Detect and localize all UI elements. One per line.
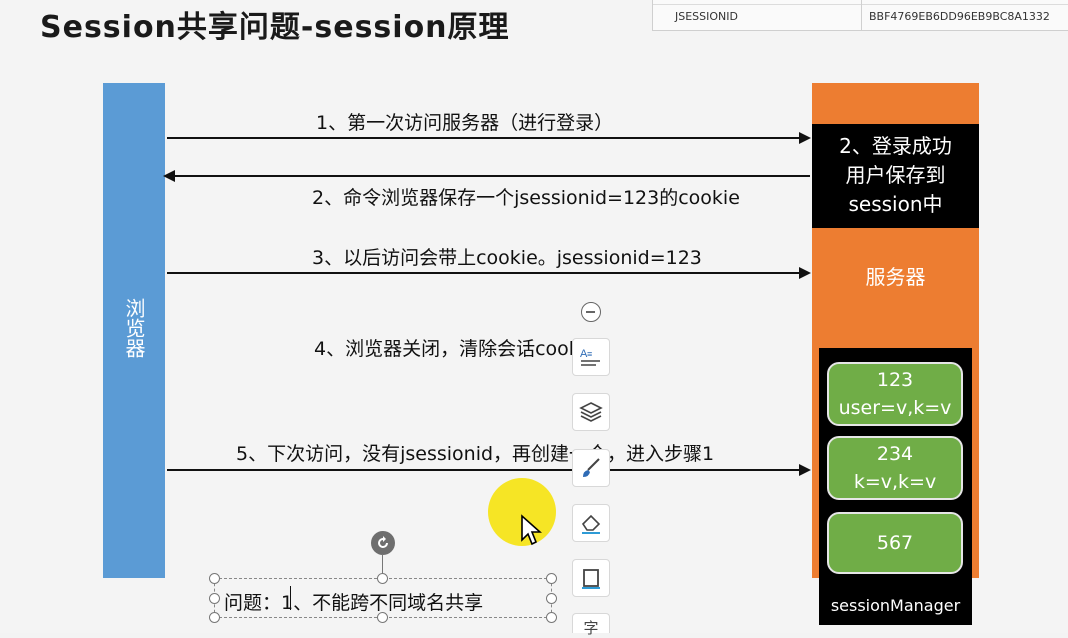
step-2-label: 2、命令浏览器保存一个jsessionid=123的cookie xyxy=(312,187,740,209)
cookie-column-separator xyxy=(861,0,862,30)
login-success-box: 2、登录成功 用户保存到 session中 xyxy=(812,124,979,228)
browser-label: 浏览器 xyxy=(122,298,146,358)
problem-text[interactable]: 问题：1、不能跨不同域名共享 xyxy=(224,588,483,615)
step-5-label: 5、下次访问，没有jsessionid，再创建一个，进入步骤1 xyxy=(236,443,715,465)
session-manager-label: sessionManager xyxy=(830,596,961,615)
resize-handle-bottom-right[interactable] xyxy=(546,612,557,623)
resize-handle-top[interactable] xyxy=(377,573,388,584)
resize-handle-left[interactable] xyxy=(209,593,220,604)
session-item-id: 123 xyxy=(876,369,914,391)
annotation-toolbar: A ≡ 字 xyxy=(572,300,612,637)
arrow-step-3 xyxy=(167,267,811,279)
cookie-value-cell[interactable]: BBF4769EB6DD96EB9BC8A1332 xyxy=(869,10,1050,23)
text-caret xyxy=(290,586,291,610)
text-icon: 字 xyxy=(583,619,599,637)
server-label: 服务器 xyxy=(865,265,926,289)
brush-button[interactable] xyxy=(572,449,610,487)
arrow-step-5 xyxy=(167,464,811,476)
session-manager-panel: 123 user=v,k=v 234 k=v,k=v 567 sessionMa… xyxy=(819,348,972,625)
text-format-icon: A ≡ xyxy=(580,348,600,366)
step-3-label: 3、以后访问会带上cookie。jsessionid=123 xyxy=(312,247,702,269)
layers-button[interactable] xyxy=(572,393,610,431)
svg-text:≡: ≡ xyxy=(587,349,592,359)
rotate-handle[interactable] xyxy=(371,531,395,555)
session-item-attrs: k=v,k=v xyxy=(853,471,937,493)
collapse-icon[interactable] xyxy=(581,302,601,322)
frame-button[interactable] xyxy=(572,559,610,597)
rotate-icon xyxy=(378,536,388,548)
text-button[interactable]: 字 xyxy=(572,613,610,637)
session-item-234: 234 k=v,k=v xyxy=(827,436,963,500)
session-item-123: 123 user=v,k=v xyxy=(827,362,963,426)
resize-handle-bottom[interactable] xyxy=(377,612,388,623)
cookie-name-cell[interactable]: JSESSIONID xyxy=(675,10,738,23)
login-line-1: 2、登录成功 xyxy=(839,134,952,158)
eraser-icon xyxy=(581,514,601,534)
session-item-id: 567 xyxy=(876,532,914,554)
login-line-2: 用户保存到 xyxy=(845,163,946,187)
session-item-id: 234 xyxy=(876,443,914,465)
resize-handle-top-left[interactable] xyxy=(209,573,220,584)
arrow-step-2 xyxy=(163,170,810,182)
frame-icon xyxy=(582,569,600,589)
text-format-button[interactable]: A ≡ xyxy=(572,338,610,376)
login-line-3: session中 xyxy=(848,192,943,216)
page-title: Session共享问题-session原理 xyxy=(40,10,510,45)
step-4-label: 4、浏览器关闭，清除会话cookie xyxy=(314,338,597,360)
step-1-label: 1、第一次访问服务器（进行登录） xyxy=(316,112,614,134)
brush-icon xyxy=(583,458,600,477)
eraser-button[interactable] xyxy=(572,504,610,542)
mouse-pointer-icon xyxy=(521,514,542,546)
resize-handle-right[interactable] xyxy=(546,593,557,604)
session-item-attrs: user=v,k=v xyxy=(838,397,952,419)
layers-icon xyxy=(579,402,603,422)
resize-handle-bottom-left[interactable] xyxy=(209,612,220,623)
browser-block: 浏览器 xyxy=(103,83,165,578)
arrow-step-1 xyxy=(167,132,811,144)
session-item-567: 567 xyxy=(827,512,963,574)
cookie-table: JSESSIONID BBF4769EB6DD96EB9BC8A1332 xyxy=(652,0,1068,31)
resize-handle-top-right[interactable] xyxy=(546,573,557,584)
